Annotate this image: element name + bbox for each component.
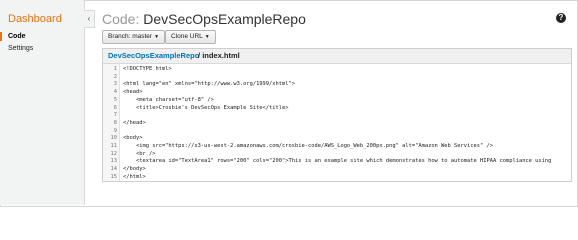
line-number: 13 bbox=[110, 158, 118, 165]
line-number: 2 bbox=[113, 73, 117, 80]
line-number: 5 bbox=[113, 96, 117, 103]
chevron-left-icon[interactable]: ‹ bbox=[84, 10, 95, 28]
code-line: <!DOCTYPE html> bbox=[123, 66, 172, 72]
sidebar-item-code[interactable]: Code bbox=[8, 33, 26, 40]
line-number: 6 bbox=[113, 104, 117, 111]
breadcrumb-repo-link[interactable]: DevSecOpsExampleRepo bbox=[108, 51, 199, 60]
line-number: 9 bbox=[113, 127, 117, 134]
code-line: <textarea id="TextArea1" rows="200" cols… bbox=[123, 158, 552, 165]
clone-url-button[interactable]: Clone URL ▼ bbox=[165, 30, 216, 44]
code-panel: DevSecOpsExampleRepo / index.html <!DOCT… bbox=[102, 48, 572, 182]
code-line: </html> bbox=[123, 173, 146, 180]
line-number: 1 bbox=[113, 66, 117, 72]
sidebar-title-dashboard[interactable]: Dashboard bbox=[8, 13, 62, 25]
code-line: <body> bbox=[123, 135, 143, 142]
code-line: </body> bbox=[123, 166, 146, 173]
line-number: 15 bbox=[110, 173, 118, 180]
line-number: 8 bbox=[113, 119, 117, 126]
code-line: <head> bbox=[123, 89, 143, 96]
code-line: <br /> bbox=[123, 150, 156, 157]
line-number: 10 bbox=[110, 135, 118, 142]
line-number: 11 bbox=[110, 143, 118, 149]
clone-url-label: Clone URL bbox=[171, 33, 203, 40]
repo-name: DevSecOpsExampleRepo bbox=[143, 11, 306, 27]
breadcrumb-file: / index.html bbox=[198, 51, 240, 60]
page-title-prefix: Code: bbox=[102, 11, 140, 27]
breadcrumb-separator: / bbox=[198, 51, 201, 60]
sidebar: Dashboard Code Settings bbox=[0, 0, 85, 205]
breadcrumb: DevSecOpsExampleRepo / index.html bbox=[103, 49, 571, 64]
code-line: <html lang="en" xmlns="http://www.w3.org… bbox=[123, 81, 296, 88]
code-line: </head> bbox=[123, 119, 146, 126]
code-line: <title>Crosbie's DevSecOps Example Site<… bbox=[123, 104, 289, 111]
code-line: <img src="https://s3-us-west-2.amazonaws… bbox=[123, 143, 493, 149]
code-line: <meta charset="utf-8" /> bbox=[123, 96, 214, 103]
breadcrumb-filename: index.html bbox=[202, 51, 240, 60]
page-title: Code: DevSecOpsExampleRepo bbox=[102, 11, 306, 27]
line-number: 3 bbox=[113, 81, 117, 88]
line-number: 7 bbox=[113, 112, 117, 119]
line-number: 14 bbox=[110, 166, 118, 173]
sidebar-item-settings[interactable]: Settings bbox=[8, 45, 33, 52]
question-circle-icon[interactable]: ? bbox=[556, 13, 566, 23]
code-viewer[interactable]: <!DOCTYPE html> <html lang="en" xmlns="ht… bbox=[119, 64, 571, 181]
branch-dropdown-button[interactable]: Branch: master ▼ bbox=[102, 30, 166, 44]
active-indicator bbox=[0, 32, 2, 41]
caret-down-icon: ▼ bbox=[154, 34, 160, 40]
line-number: 4 bbox=[113, 89, 117, 96]
caret-down-icon: ▼ bbox=[204, 34, 210, 40]
line-numbers: 1 2 3 4 5 6 7 8 9 10 11 12 13 14 15 bbox=[103, 64, 119, 181]
branch-label: Branch: master bbox=[108, 33, 153, 40]
line-number: 12 bbox=[110, 150, 118, 157]
